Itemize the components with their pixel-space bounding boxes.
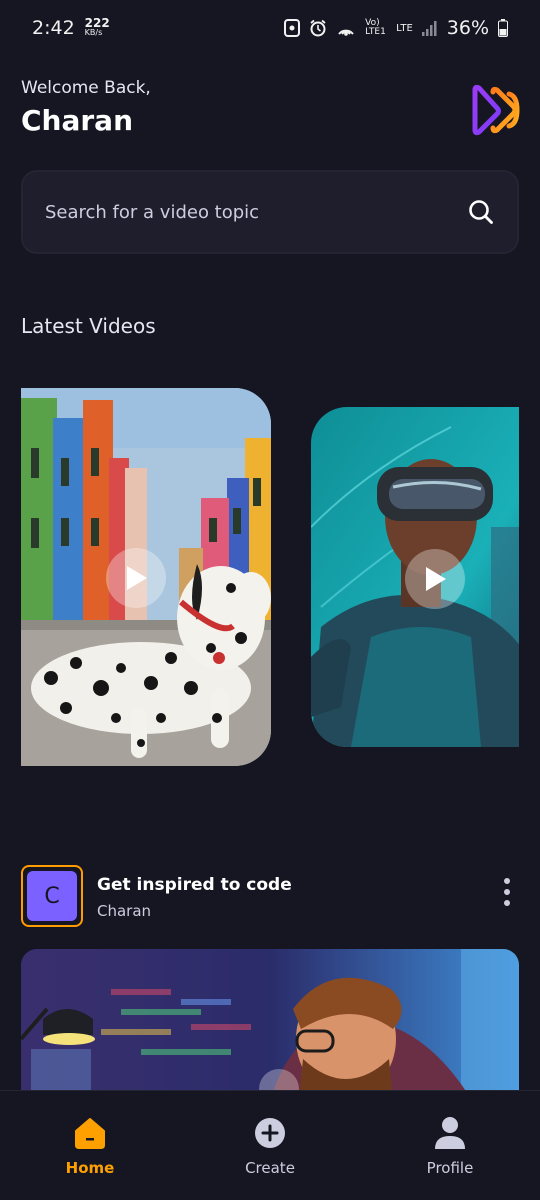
hotspot-icon	[336, 19, 356, 37]
search-icon[interactable]	[467, 198, 495, 226]
welcome-text: Welcome Back,	[21, 78, 151, 98]
latest-videos-title: Latest Videos	[21, 314, 156, 338]
home-icon[interactable]	[72, 1115, 108, 1151]
status-bar: 2:42 222 KB/s Vo) LTE1 LTE 36%	[0, 0, 540, 56]
play-icon	[426, 567, 446, 591]
app-logo-icon	[471, 82, 521, 138]
nav-label-home: Home	[65, 1158, 115, 1177]
signal-icon	[421, 20, 438, 36]
profile-icon[interactable]	[432, 1115, 468, 1151]
nav-label-profile: Profile	[426, 1158, 474, 1177]
header: Welcome Back, Charan	[21, 78, 521, 148]
plus-circle-icon[interactable]	[252, 1115, 288, 1151]
nav-label-create: Create	[245, 1158, 295, 1177]
post-title[interactable]: Get inspired to code	[97, 875, 292, 895]
search-bar[interactable]: Search for a video topic	[21, 170, 519, 254]
nav-item-create[interactable]: Create	[210, 1115, 330, 1177]
avatar-letter: C	[27, 871, 77, 921]
username: Charan	[21, 104, 134, 137]
network-speed: 222 KB/s	[84, 16, 110, 38]
network-speed-value: 222	[84, 16, 110, 30]
status-time: 2:42	[32, 17, 75, 39]
nav-item-home[interactable]: Home	[30, 1115, 150, 1177]
alarm-icon	[309, 19, 327, 37]
volte-label: Vo) LTE1	[365, 18, 386, 37]
more-vertical-icon[interactable]	[501, 877, 513, 907]
security-icon	[284, 19, 301, 37]
play-icon	[127, 566, 147, 590]
latest-videos-carousel[interactable]	[21, 388, 519, 768]
video-card[interactable]	[21, 388, 271, 766]
post-thumbnail[interactable]	[21, 949, 519, 1099]
network-speed-unit: KB/s	[84, 28, 103, 37]
search-input[interactable]: Search for a video topic	[45, 202, 259, 223]
battery-percent: 36%	[446, 17, 489, 39]
post-author: Charan	[97, 902, 152, 920]
lte-label: LTE	[396, 22, 413, 34]
nav-item-profile[interactable]: Profile	[390, 1115, 510, 1177]
status-right: Vo) LTE1 LTE 36%	[284, 17, 508, 39]
play-button[interactable]	[405, 549, 465, 609]
status-left: 2:42 222 KB/s	[32, 17, 110, 39]
avatar[interactable]: C	[21, 865, 83, 927]
bottom-nav: Home Create Profile	[0, 1090, 540, 1200]
play-button[interactable]	[106, 548, 166, 608]
battery-icon	[498, 19, 508, 37]
post-header[interactable]: C Get inspired to code Charan	[21, 865, 519, 927]
video-card[interactable]	[311, 407, 519, 747]
